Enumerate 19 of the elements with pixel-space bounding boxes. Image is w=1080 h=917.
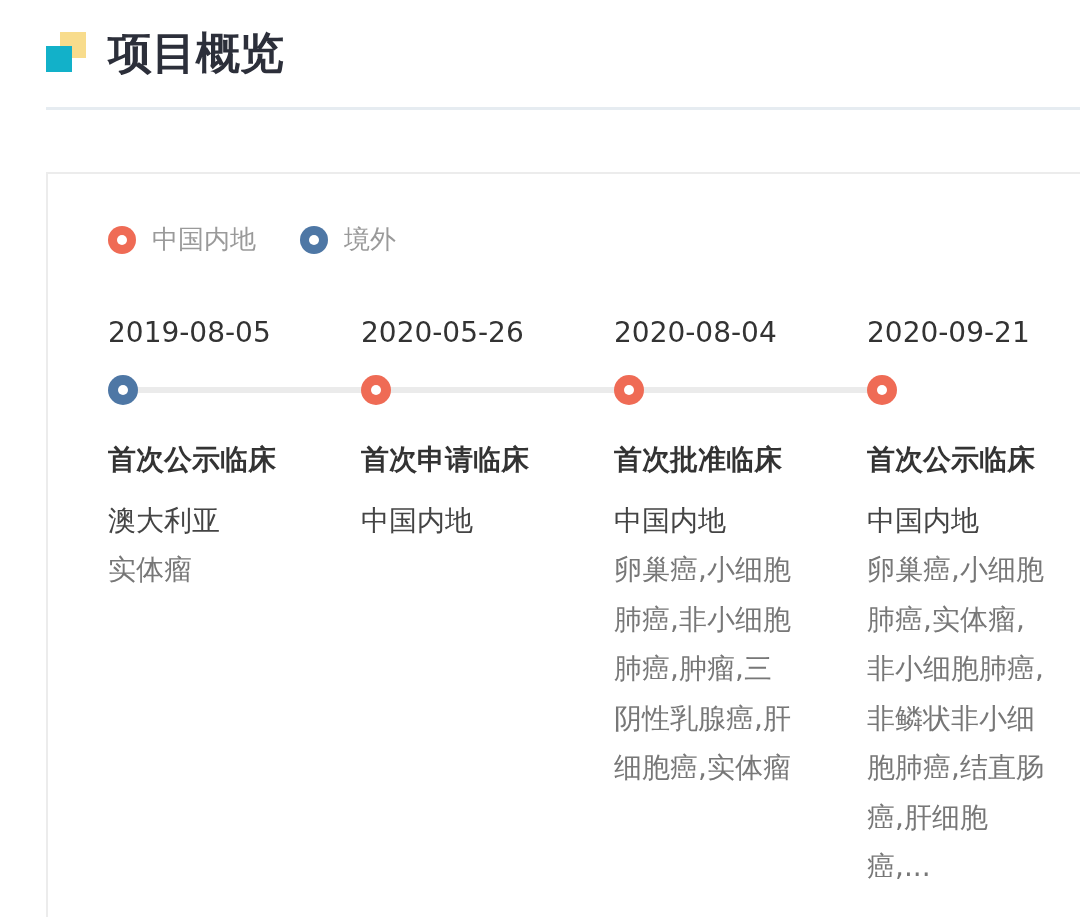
event-title: 首次批准临床 — [614, 442, 783, 478]
event-region: 澳大利亚 — [108, 503, 221, 539]
event-region: 中国内地 — [614, 503, 727, 539]
event-date: 2020-08-04 — [614, 315, 778, 351]
legend-label: 境外 — [344, 223, 396, 256]
event-region: 中国内地 — [867, 503, 980, 539]
event-detail: 卵巢癌,小细胞肺癌,非小细胞肺癌,肿瘤,三阴性乳腺癌,肝细胞癌,实体瘤 — [614, 552, 792, 786]
event-detail: 实体瘤 — [108, 552, 193, 588]
event-date: 2020-05-26 — [361, 315, 525, 351]
page-title: 项目概览 — [108, 25, 284, 80]
event-title: 首次公示临床 — [867, 442, 1036, 478]
event-detail: 卵巢癌,小细胞肺癌,实体瘤,非小细胞肺癌,非鳞状非小细胞肺癌,结直肠癌,肝细胞癌,... — [867, 552, 1045, 885]
event-date: 2020-09-21 — [867, 315, 1031, 351]
event-title: 首次公示临床 — [108, 442, 277, 478]
title-icon — [46, 32, 86, 74]
event-date: 2019-08-05 — [108, 315, 272, 351]
legend-label: 中国内地 — [152, 223, 256, 256]
event-region: 中国内地 — [361, 503, 474, 539]
event-title: 首次申请临床 — [361, 442, 530, 478]
